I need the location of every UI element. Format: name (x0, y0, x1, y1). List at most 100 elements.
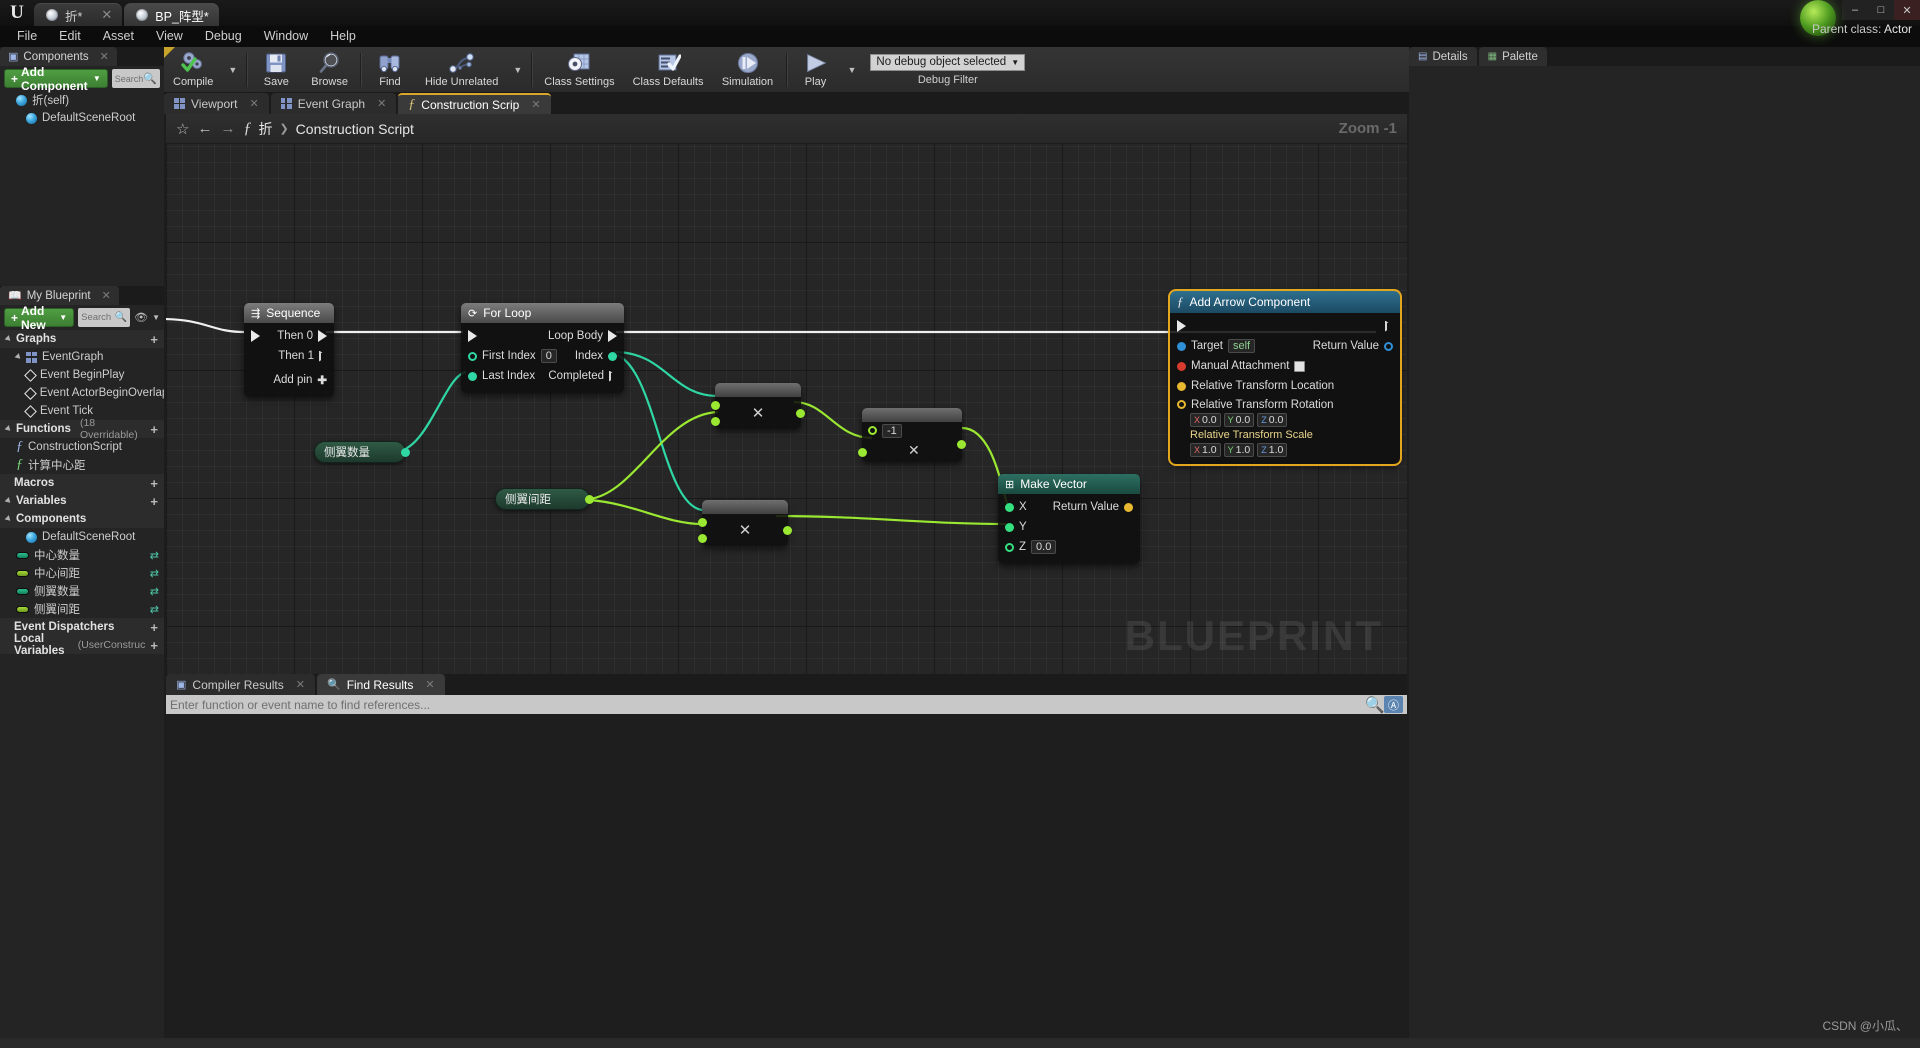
instance-editable-icon[interactable]: ⇄ (150, 549, 159, 562)
relative-transform-rotation-in-pin[interactable] (1177, 400, 1186, 409)
multiply-in-pin-a[interactable] (711, 401, 720, 410)
toolbar-browse-button[interactable]: Browse (302, 47, 357, 93)
breadcrumb-root[interactable]: 折 (258, 119, 272, 139)
manual-attachment-checkbox[interactable] (1294, 360, 1306, 372)
scale-x-field[interactable]: X 1.0 (1190, 443, 1221, 457)
node-make-vector[interactable]: ⊞ Make Vector X Return Value Y Z 0.0 (998, 474, 1140, 564)
make-vector-return-pin[interactable] (1124, 502, 1133, 512)
node-for-loop[interactable]: ⟳ For Loop Loop Body First Index 0 Index (461, 303, 624, 393)
variable-out-pin[interactable] (401, 447, 410, 457)
exec-out-pin-then0[interactable] (318, 330, 327, 342)
exec-in-pin[interactable] (251, 330, 260, 342)
multiply-in-pin-a[interactable] (868, 426, 877, 435)
make-vector-z-input[interactable]: 0.0 (1031, 540, 1057, 554)
compile-options-caret-icon[interactable]: ▼ (222, 65, 243, 75)
section-graphs[interactable]: Graphs + (0, 330, 164, 348)
relative-transform-location-in-pin[interactable] (1177, 381, 1186, 391)
node-variable-wing-count[interactable]: 侧翼数量 (314, 441, 410, 463)
menu-help[interactable]: Help (319, 26, 367, 47)
make-vector-x-pin[interactable] (1005, 502, 1014, 512)
multiply-in-pin-a[interactable] (698, 518, 707, 527)
menu-view[interactable]: View (145, 26, 194, 47)
add-graph-button[interactable]: + (150, 332, 158, 347)
find-results-searchbar[interactable]: Enter function or event name to find ref… (166, 695, 1407, 714)
section-components[interactable]: Components (0, 510, 164, 528)
toolbar-play-button[interactable]: Play (790, 47, 842, 93)
graph-item-event-beginplay[interactable]: Event BeginPlay (0, 366, 164, 384)
variable-item-center-count[interactable]: 中心数量 ⇄ (0, 546, 164, 564)
component-item-defaultsceneroot[interactable]: DefaultSceneRoot (0, 109, 164, 127)
add-new-button[interactable]: + Add New ▼ (4, 304, 75, 332)
make-vector-y-pin[interactable] (1005, 522, 1014, 532)
close-icon[interactable]: ✕ (249, 97, 258, 110)
toolbar-save-button[interactable]: Save (250, 47, 302, 93)
make-vector-z-pin[interactable] (1005, 542, 1014, 552)
rotation-z-field[interactable]: Z 0.0 (1257, 413, 1288, 427)
tab-find-results[interactable]: 🔍 Find Results ✕ (316, 674, 445, 695)
add-variable-button[interactable]: + (150, 494, 158, 509)
tab-viewport[interactable]: Viewport ✕ (164, 93, 269, 114)
parent-class-value[interactable]: Actor (1884, 22, 1912, 36)
multiply-in-pin-b[interactable] (698, 534, 707, 543)
play-options-caret-icon[interactable]: ▼ (842, 65, 863, 75)
multiply-in-pin-b[interactable] (711, 417, 720, 426)
close-icon[interactable]: ✕ (102, 289, 111, 302)
eye-icon[interactable]: 👁 (134, 311, 148, 324)
add-component-button[interactable]: + Add Component ▼ (4, 65, 108, 93)
rotation-y-field[interactable]: Y 0.0 (1223, 413, 1255, 427)
tab-my-blueprint[interactable]: 📖 My Blueprint ✕ (0, 286, 119, 305)
plus-icon[interactable]: ✚ (317, 373, 327, 387)
favorite-star-icon[interactable]: ☆ (176, 120, 189, 138)
tab-details[interactable]: ▤ Details (1409, 47, 1477, 66)
multiply-out-pin[interactable] (957, 440, 966, 449)
node-multiply-1[interactable]: ✕ (711, 383, 805, 429)
scale-z-field[interactable]: Z 1.0 (1257, 443, 1288, 457)
components-search-input[interactable]: Search 🔍 (111, 69, 160, 88)
exec-out-pin-then1[interactable] (319, 351, 327, 362)
debug-object-select[interactable]: No debug object selected ▼ (870, 53, 1026, 71)
search-icon[interactable]: 🔍 (1365, 696, 1385, 714)
graph-item-eventgraph[interactable]: EventGraph (0, 348, 164, 366)
node-sequence-row-addpin[interactable]: Add pin ✚ (244, 370, 334, 390)
window-tab-1[interactable]: BP_阵型* (124, 3, 219, 26)
add-local-variable-button[interactable]: + (150, 638, 158, 653)
variable-item-wing-spacing[interactable]: 侧翼间距 ⇄ (0, 600, 164, 618)
section-variables[interactable]: Variables + (0, 492, 164, 510)
multiply-in-pin-b[interactable] (858, 448, 867, 457)
back-arrow-icon[interactable]: ← (197, 120, 212, 137)
variable-item-center-spacing[interactable]: 中心间距 ⇄ (0, 564, 164, 582)
add-macro-button[interactable]: + (150, 476, 158, 491)
tab-construction-script[interactable]: ƒ Construction Scrip ✕ (398, 93, 551, 114)
toolbar-hide-unrelated-button[interactable]: Hide Unrelated (416, 47, 507, 93)
blueprint-graph-canvas[interactable]: ☆ ← → ƒ 折 ❯ Construction Script Zoom -1 … (166, 114, 1407, 674)
menu-file[interactable]: File (6, 26, 48, 47)
chevron-down-icon[interactable]: ▼ (152, 313, 160, 322)
graph-item-event-actorbeginoverlap[interactable]: Event ActorBeginOverlap (0, 384, 164, 402)
toolbar-find-button[interactable]: Find (364, 47, 416, 93)
component-item-self[interactable]: 折(self) (0, 91, 164, 109)
tab-components[interactable]: ▣ Components ✕ (0, 47, 117, 66)
node-multiply-2[interactable]: ✕ (698, 500, 792, 546)
first-index-in-pin[interactable] (468, 351, 477, 361)
tab-compiler-results[interactable]: ▣ Compiler Results ✕ (166, 674, 315, 695)
instance-editable-icon[interactable]: ⇄ (150, 585, 159, 598)
exec-out-pin[interactable] (1385, 321, 1393, 332)
instance-editable-icon[interactable]: ⇄ (150, 567, 159, 580)
node-add-arrow-component[interactable]: ƒ Add Arrow Component Target self Return… (1168, 289, 1402, 466)
close-icon[interactable]: ✕ (100, 50, 109, 63)
variable-item-wing-count[interactable]: 侧翼数量 ⇄ (0, 582, 164, 600)
close-icon[interactable]: ✕ (425, 678, 434, 691)
menu-edit[interactable]: Edit (48, 26, 92, 47)
variable-out-pin[interactable] (585, 494, 594, 504)
rotation-x-field[interactable]: X 0.0 (1190, 413, 1221, 427)
close-icon[interactable]: ✕ (531, 98, 540, 111)
multiply-constant-input[interactable]: -1 (882, 424, 902, 438)
forward-arrow-icon[interactable]: → (220, 120, 235, 137)
manual-attachment-in-pin[interactable] (1177, 361, 1186, 371)
menu-window[interactable]: Window (253, 26, 319, 47)
function-item-calc-center[interactable]: ƒ 计算中心距 (0, 456, 164, 474)
multiply-out-pin[interactable] (796, 409, 805, 418)
toolbar-class-settings-button[interactable]: Class Settings (535, 47, 623, 93)
index-out-pin[interactable] (608, 351, 617, 361)
target-in-pin[interactable] (1177, 341, 1186, 351)
